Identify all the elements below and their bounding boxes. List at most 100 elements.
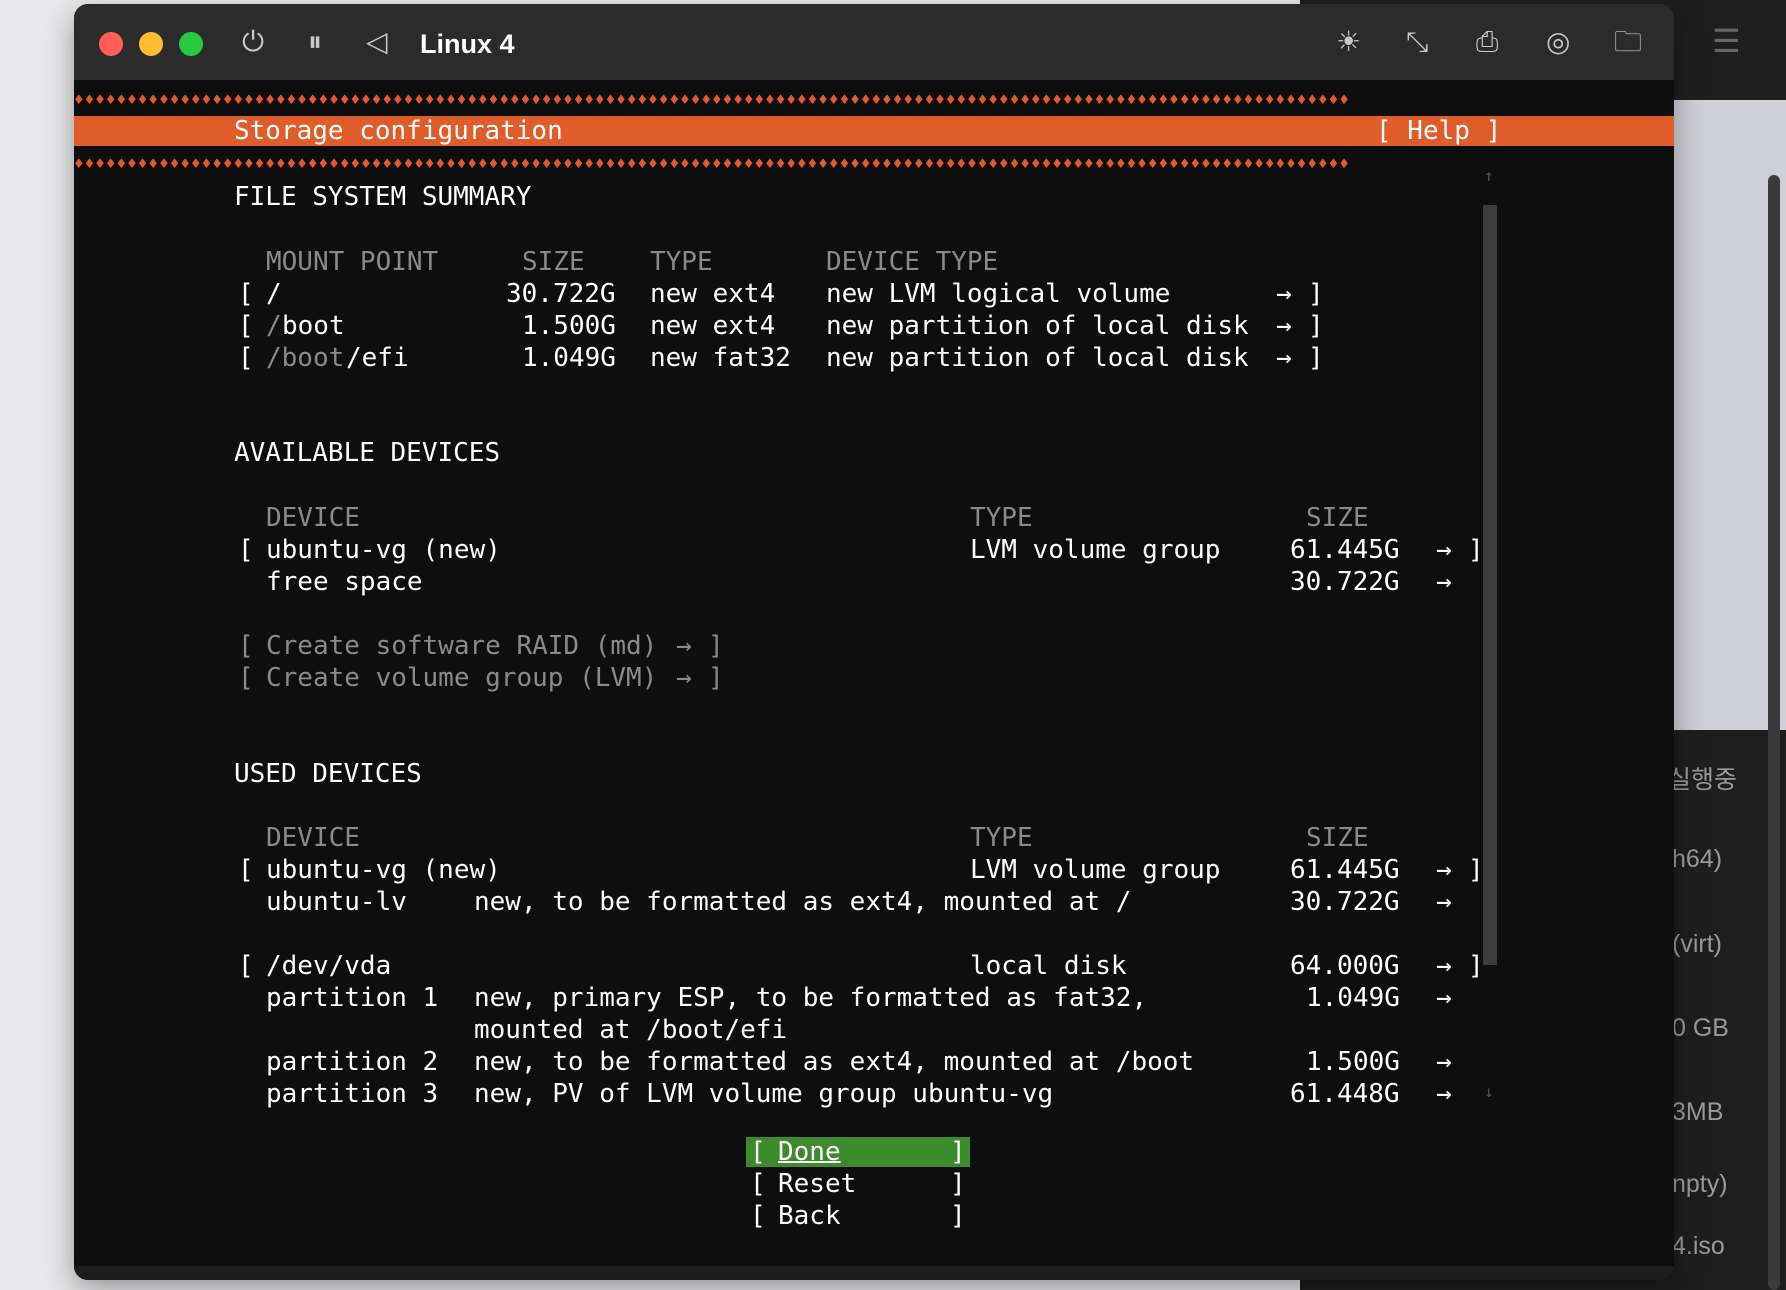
partition-size: 61.448G	[1290, 1079, 1400, 1109]
scroll-up-icon[interactable]: ↑	[1484, 166, 1494, 185]
back-label: Back	[778, 1201, 841, 1231]
row-bracket-open: [	[238, 343, 254, 373]
col-type: TYPE	[970, 823, 1033, 853]
background-item: 0 GB	[1672, 1014, 1729, 1042]
shared-folder-icon[interactable]: 🗀	[1614, 22, 1642, 62]
row-bracket-close: ]	[1308, 343, 1324, 373]
background-item: 4.iso	[1672, 1232, 1725, 1260]
mount-point: /	[266, 279, 282, 309]
arrow-icon: →	[1436, 567, 1452, 597]
header-border-top: ♦♦♦♦♦♦♦♦♦♦♦♦♦♦♦♦♦♦♦♦♦♦♦♦♦♦♦♦♦♦♦♦♦♦♦♦♦♦♦♦…	[74, 90, 1350, 109]
available-devices-title: AVAILABLE DEVICES	[234, 438, 501, 468]
bracket-close: ]	[950, 1201, 966, 1231]
arrow-icon: →	[1436, 855, 1452, 885]
arrow-icon: →	[1276, 279, 1292, 309]
bracket-close: ]	[950, 1137, 966, 1167]
free-space-label: free space	[266, 567, 423, 597]
arrow-icon: →	[1276, 311, 1292, 341]
resize-icon[interactable]: ⤡	[1406, 22, 1428, 62]
bracket-open: [	[238, 631, 254, 661]
device-type: local disk	[970, 951, 1127, 981]
vm-window: ⏻ ⏸ ◁ Linux 4 ☀ ⤡ ⎙ ◎ 🗀 ♦♦♦♦♦♦♦♦♦♦♦♦♦♦♦♦…	[74, 4, 1674, 1280]
sliders-icon[interactable]: ☰	[1712, 22, 1741, 60]
disc-icon[interactable]: ◎	[1546, 22, 1570, 62]
arrow-icon: →	[676, 631, 692, 661]
size: 1.500G	[522, 311, 616, 341]
window-title: Linux 4	[420, 29, 515, 59]
create-raid-label: Create software RAID (md)	[266, 631, 658, 661]
used-devices-title: USED DEVICES	[234, 759, 422, 789]
arrow-icon: →	[1436, 951, 1452, 981]
row-bracket-close: ]	[1308, 279, 1324, 309]
partition-desc-cont: mounted at /boot/efi	[474, 1015, 788, 1045]
partition-name: partition 3	[266, 1079, 439, 1109]
fs-type: new ext4	[650, 279, 776, 309]
col-device-type: DEVICE TYPE	[826, 247, 999, 277]
bracket-close: ]	[950, 1169, 966, 1199]
device-size: 61.445G	[1290, 535, 1400, 565]
bottom-strip	[74, 1266, 1674, 1280]
reset-label: Reset	[778, 1169, 857, 1199]
partition-desc: new, PV of LVM volume group ubuntu-vg	[474, 1079, 1054, 1109]
back-icon[interactable]: ◁	[366, 22, 388, 62]
size: 30.722G	[506, 279, 616, 309]
device-type: LVM volume group	[970, 535, 1221, 565]
bracket-open: [	[750, 1137, 766, 1167]
col-type: TYPE	[970, 503, 1033, 533]
close-window-button[interactable]	[99, 32, 123, 56]
arrow-icon: →	[1436, 983, 1452, 1013]
usb-icon[interactable]: ⎙	[1476, 22, 1498, 62]
background-item: 3MB	[1672, 1098, 1724, 1126]
device-size: 61.445G	[1290, 855, 1400, 885]
mount-point: /efi	[346, 343, 409, 373]
device-name: ubuntu-lv	[266, 887, 407, 917]
scrollbar-thumb[interactable]	[1483, 205, 1497, 965]
background-scrollbar[interactable]	[1768, 175, 1780, 1290]
arrow-icon: →	[1276, 343, 1292, 373]
arrow-icon: →	[1436, 887, 1452, 917]
mount-prefix: /	[266, 311, 282, 341]
fs-type: new fat32	[650, 343, 791, 373]
device-name: ubuntu-vg (new)	[266, 535, 501, 565]
scroll-down-icon[interactable]: ↓	[1484, 1082, 1494, 1101]
bracket-open: [	[750, 1169, 766, 1199]
row-bracket-open: [	[238, 951, 254, 981]
col-device: DEVICE	[266, 503, 360, 533]
brightness-icon[interactable]: ☀	[1336, 22, 1361, 62]
header-border-bottom: ♦♦♦♦♦♦♦♦♦♦♦♦♦♦♦♦♦♦♦♦♦♦♦♦♦♦♦♦♦♦♦♦♦♦♦♦♦♦♦♦…	[74, 154, 1350, 173]
arrow-icon: →	[1436, 535, 1452, 565]
maximize-window-button[interactable]	[179, 32, 203, 56]
row-bracket-close: ]	[1468, 951, 1484, 981]
device-type: LVM volume group	[970, 855, 1221, 885]
pause-icon[interactable]: ⏸	[308, 22, 322, 62]
mount-prefix: /boot	[266, 343, 345, 373]
col-size: SIZE	[522, 247, 585, 277]
power-icon[interactable]: ⏻	[242, 22, 264, 62]
row-bracket-open: [	[238, 535, 254, 565]
background-item: h64)	[1672, 845, 1723, 873]
fs-type: new ext4	[650, 311, 776, 341]
minimize-window-button[interactable]	[139, 32, 163, 56]
col-size: SIZE	[1306, 503, 1369, 533]
arrow-icon: →	[1436, 1047, 1452, 1077]
bracket-close: ]	[708, 631, 724, 661]
col-type: TYPE	[650, 247, 713, 277]
background-item: (virt)	[1672, 930, 1722, 958]
bracket-close: ]	[708, 663, 724, 693]
partition-size: 1.049G	[1306, 983, 1400, 1013]
device-name: /dev/vda	[266, 951, 392, 981]
create-vg-label: Create volume group (LVM)	[266, 663, 658, 693]
partition-name: partition 1	[266, 983, 439, 1013]
partition-name: partition 2	[266, 1047, 439, 1077]
screen-title: Storage configuration	[234, 116, 563, 146]
fs-summary-title: FILE SYSTEM SUMMARY	[234, 182, 532, 212]
free-space-size: 30.722G	[1290, 567, 1400, 597]
arrow-icon: →	[1436, 1079, 1452, 1109]
device-type: new partition of local disk	[826, 343, 1249, 373]
row-bracket-close: ]	[1308, 311, 1324, 341]
bracket-open: [	[750, 1201, 766, 1231]
row-bracket-open: [	[238, 279, 254, 309]
device-desc: new, to be formatted as ext4, mounted at…	[474, 887, 1132, 917]
help-button[interactable]: [ Help ]	[1376, 115, 1501, 147]
device-type: new partition of local disk	[826, 311, 1249, 341]
